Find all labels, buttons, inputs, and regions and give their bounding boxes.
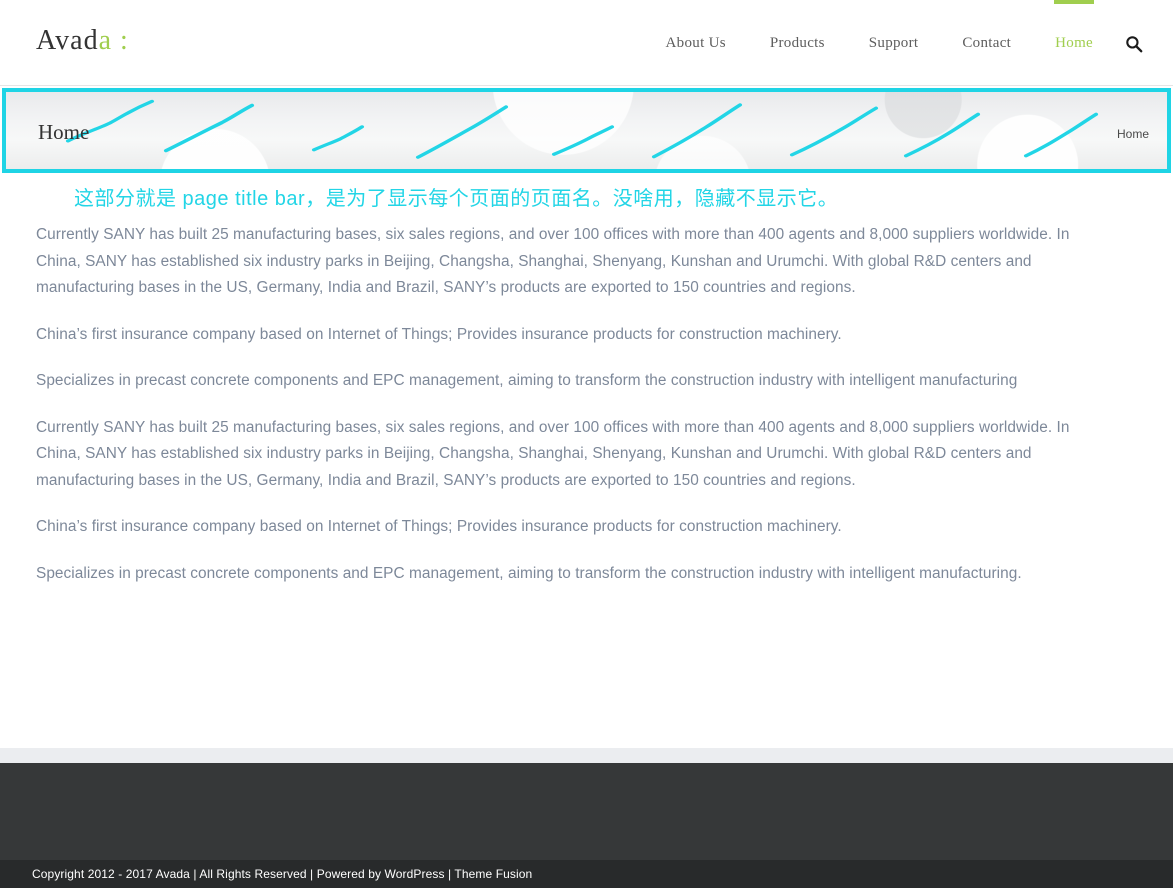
footer-divider-band bbox=[0, 748, 1173, 763]
chinese-annotation-text: 这部分就是 page title bar，是为了显示每个页面的页面名。没啥用，隐… bbox=[74, 188, 839, 210]
content-inner: Currently SANY has built 25 manufacturin… bbox=[0, 222, 1124, 587]
page-title-bar: Home Home bbox=[2, 88, 1171, 173]
content-paragraph: Currently SANY has built 25 manufacturin… bbox=[36, 226, 1070, 296]
breadcrumb[interactable]: Home bbox=[1117, 128, 1149, 140]
content-paragraph: Currently SANY has built 25 manufacturin… bbox=[36, 418, 1070, 489]
nav-label: About Us bbox=[665, 34, 726, 51]
annotation-scribbles bbox=[65, 99, 1099, 159]
search-icon[interactable] bbox=[1123, 33, 1145, 55]
site-header: Avada : About Us Products Support Contac… bbox=[0, 0, 1173, 86]
nav-item-products[interactable]: Products bbox=[748, 0, 847, 86]
logo-text-main: Avad bbox=[36, 25, 99, 56]
page-root: Avada : About Us Products Support Contac… bbox=[0, 0, 1173, 888]
content-paragraph: Specializes in precast concrete componen… bbox=[36, 564, 1022, 582]
nav-item-contact[interactable]: Contact bbox=[940, 0, 1033, 86]
content-paragraph: China’s first insurance company based on… bbox=[36, 325, 842, 343]
copyright-text: Copyright 2012 - 2017 Avada | All Rights… bbox=[32, 867, 533, 881]
nav-label: Home bbox=[1055, 34, 1093, 51]
nav-label: Contact bbox=[962, 34, 1012, 51]
nav-item-about-us[interactable]: About Us bbox=[644, 0, 748, 86]
content-paragraph: China’s first insurance company based on… bbox=[36, 518, 842, 535]
page-title: Home bbox=[38, 120, 90, 144]
content-paragraph: Specializes in precast concrete componen… bbox=[36, 372, 1018, 389]
nav-label: Products bbox=[769, 34, 825, 51]
main-content: Currently SANY has built 25 manufacturin… bbox=[0, 222, 1173, 607]
page-title-bar-region: Home Home bbox=[0, 86, 1173, 174]
site-logo[interactable]: Avada : bbox=[36, 27, 129, 55]
footer-widget-area bbox=[0, 763, 1173, 860]
nav-label: Support bbox=[868, 34, 919, 51]
main-navigation: About Us Products Support Contact Home bbox=[644, 0, 1115, 86]
nav-item-home[interactable]: Home bbox=[1033, 0, 1115, 86]
nav-item-support[interactable]: Support bbox=[847, 0, 941, 86]
logo-text-accent: a : bbox=[98, 25, 129, 56]
footer-copyright-bar: Copyright 2012 - 2017 Avada | All Rights… bbox=[0, 860, 1173, 888]
